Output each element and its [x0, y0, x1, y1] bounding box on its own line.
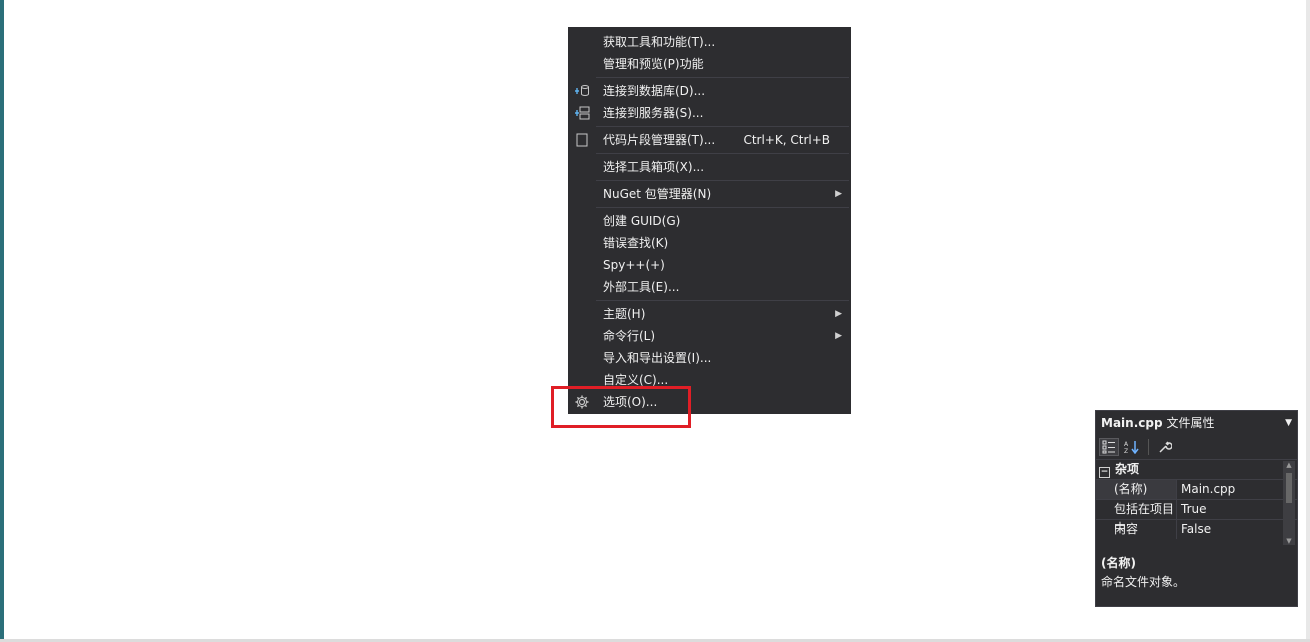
menu-item-label: 错误查找(K)	[603, 236, 669, 250]
menu-item-label: 管理和预览(P)功能	[603, 57, 704, 71]
property-key: (名称)	[1096, 480, 1176, 499]
menu-item-label: 创建 GUID(G)	[603, 214, 681, 228]
menu-item[interactable]: 创建 GUID(G)	[568, 210, 851, 232]
menu-item-label: NuGet 包管理器(N)	[603, 187, 712, 201]
submenu-arrow-icon: ▶	[835, 309, 842, 319]
toolbar-separator	[1148, 439, 1149, 455]
description-text: 命名文件对象。	[1101, 575, 1186, 589]
alphabetical-sort-icon[interactable]: AZ	[1122, 438, 1142, 456]
menu-separator	[596, 77, 849, 78]
menu-item[interactable]: 连接到数据库(D)...	[568, 80, 851, 102]
wrench-icon[interactable]	[1155, 438, 1175, 456]
svg-text:Z: Z	[1124, 448, 1128, 454]
options-highlight-box	[551, 386, 691, 428]
property-value[interactable]: False	[1176, 520, 1297, 539]
desktop-edge-left	[0, 0, 4, 642]
properties-panel: Main.cpp 文件属性 ▼ AZ − 杂项 (名称) Main.cpp 包括在项目…	[1095, 410, 1298, 607]
submenu-arrow-icon: ▶	[835, 331, 842, 341]
menu-item-label: 连接到数据库(D)...	[603, 84, 706, 98]
desktop-edge-right	[1306, 0, 1310, 642]
menu-item-label: 外部工具(E)...	[603, 280, 680, 294]
menu-item[interactable]: 导入和导出设置(I)...	[568, 347, 851, 369]
menu-item-label: Spy++(+)	[603, 258, 665, 272]
property-row[interactable]: 包括在项目中 True	[1096, 499, 1297, 535]
menu-item[interactable]: 管理和预览(P)功能	[568, 53, 851, 75]
categorized-view-icon[interactable]	[1099, 438, 1119, 456]
menu-separator	[596, 300, 849, 301]
menu-item[interactable]: 获取工具和功能(T)...	[568, 31, 851, 53]
snippet-icon	[574, 132, 590, 148]
menu-item-label: 命令行(L)	[603, 329, 656, 343]
submenu-arrow-icon: ▶	[835, 189, 842, 199]
menu-item-label: 选择工具箱项(X)...	[603, 160, 705, 174]
property-value[interactable]: True	[1176, 500, 1297, 519]
menu-item[interactable]: 连接到服务器(S)...	[568, 102, 851, 124]
property-row[interactable]: 内容 False	[1096, 519, 1297, 539]
scroll-thumb[interactable]	[1286, 473, 1292, 503]
properties-title-suffix: 文件属性	[1166, 416, 1215, 430]
menu-item-label: 连接到服务器(S)...	[603, 106, 704, 120]
scroll-up-icon[interactable]: ▲	[1283, 461, 1295, 469]
menu-item[interactable]: 主题(H) ▶	[568, 303, 851, 325]
menu-item[interactable]: 外部工具(E)...	[568, 276, 851, 298]
collapse-icon[interactable]: −	[1099, 467, 1110, 478]
property-value[interactable]: Main.cpp	[1176, 480, 1297, 499]
menu-item-shortcut: Ctrl+K, Ctrl+B	[743, 133, 830, 147]
property-grid-scrollbar[interactable]: ▲ ▼	[1283, 461, 1295, 545]
menu-separator	[596, 180, 849, 181]
menu-item-label: 代码片段管理器(T)...	[603, 133, 716, 147]
database-connect-icon	[574, 83, 590, 99]
chevron-down-icon[interactable]: ▼	[1285, 411, 1292, 435]
menu-item[interactable]: 错误查找(K)	[568, 232, 851, 254]
description-title: (名称)	[1101, 556, 1136, 570]
tools-context-menu: 获取工具和功能(T)... 管理和预览(P)功能 连接到数据库(D)... 连接到服务…	[568, 27, 851, 414]
menu-item[interactable]: NuGet 包管理器(N) ▶	[568, 183, 851, 205]
menu-separator	[596, 126, 849, 127]
category-header[interactable]: − 杂项	[1096, 460, 1297, 479]
svg-text:A: A	[1124, 441, 1129, 448]
menu-item-label: 主题(H)	[603, 307, 646, 321]
property-row[interactable]: (名称) Main.cpp	[1096, 479, 1297, 499]
menu-item-label: 导入和导出设置(I)...	[603, 351, 712, 365]
property-key: 内容	[1114, 522, 1139, 536]
server-connect-icon	[574, 105, 590, 121]
property-description: (名称) 命名文件对象。	[1101, 554, 1185, 590]
menu-item[interactable]: 选择工具箱项(X)...	[568, 156, 851, 178]
properties-file-name: Main.cpp	[1101, 416, 1163, 430]
properties-title-bar[interactable]: Main.cpp 文件属性 ▼	[1096, 411, 1297, 435]
menu-separator	[596, 153, 849, 154]
properties-toolbar: AZ	[1096, 435, 1297, 460]
category-label: 杂项	[1115, 462, 1140, 476]
menu-item[interactable]: Spy++(+)	[568, 254, 851, 276]
property-key: 包括在项目中	[1114, 502, 1175, 535]
scroll-down-icon[interactable]: ▼	[1283, 537, 1295, 545]
menu-item[interactable]: 命令行(L) ▶	[568, 325, 851, 347]
menu-separator	[596, 207, 849, 208]
menu-item[interactable]: 代码片段管理器(T)... Ctrl+K, Ctrl+B	[568, 129, 851, 151]
menu-item-label: 获取工具和功能(T)...	[603, 35, 716, 49]
property-grid: − 杂项 (名称) Main.cpp 包括在项目中 True 内容 False	[1096, 460, 1297, 542]
